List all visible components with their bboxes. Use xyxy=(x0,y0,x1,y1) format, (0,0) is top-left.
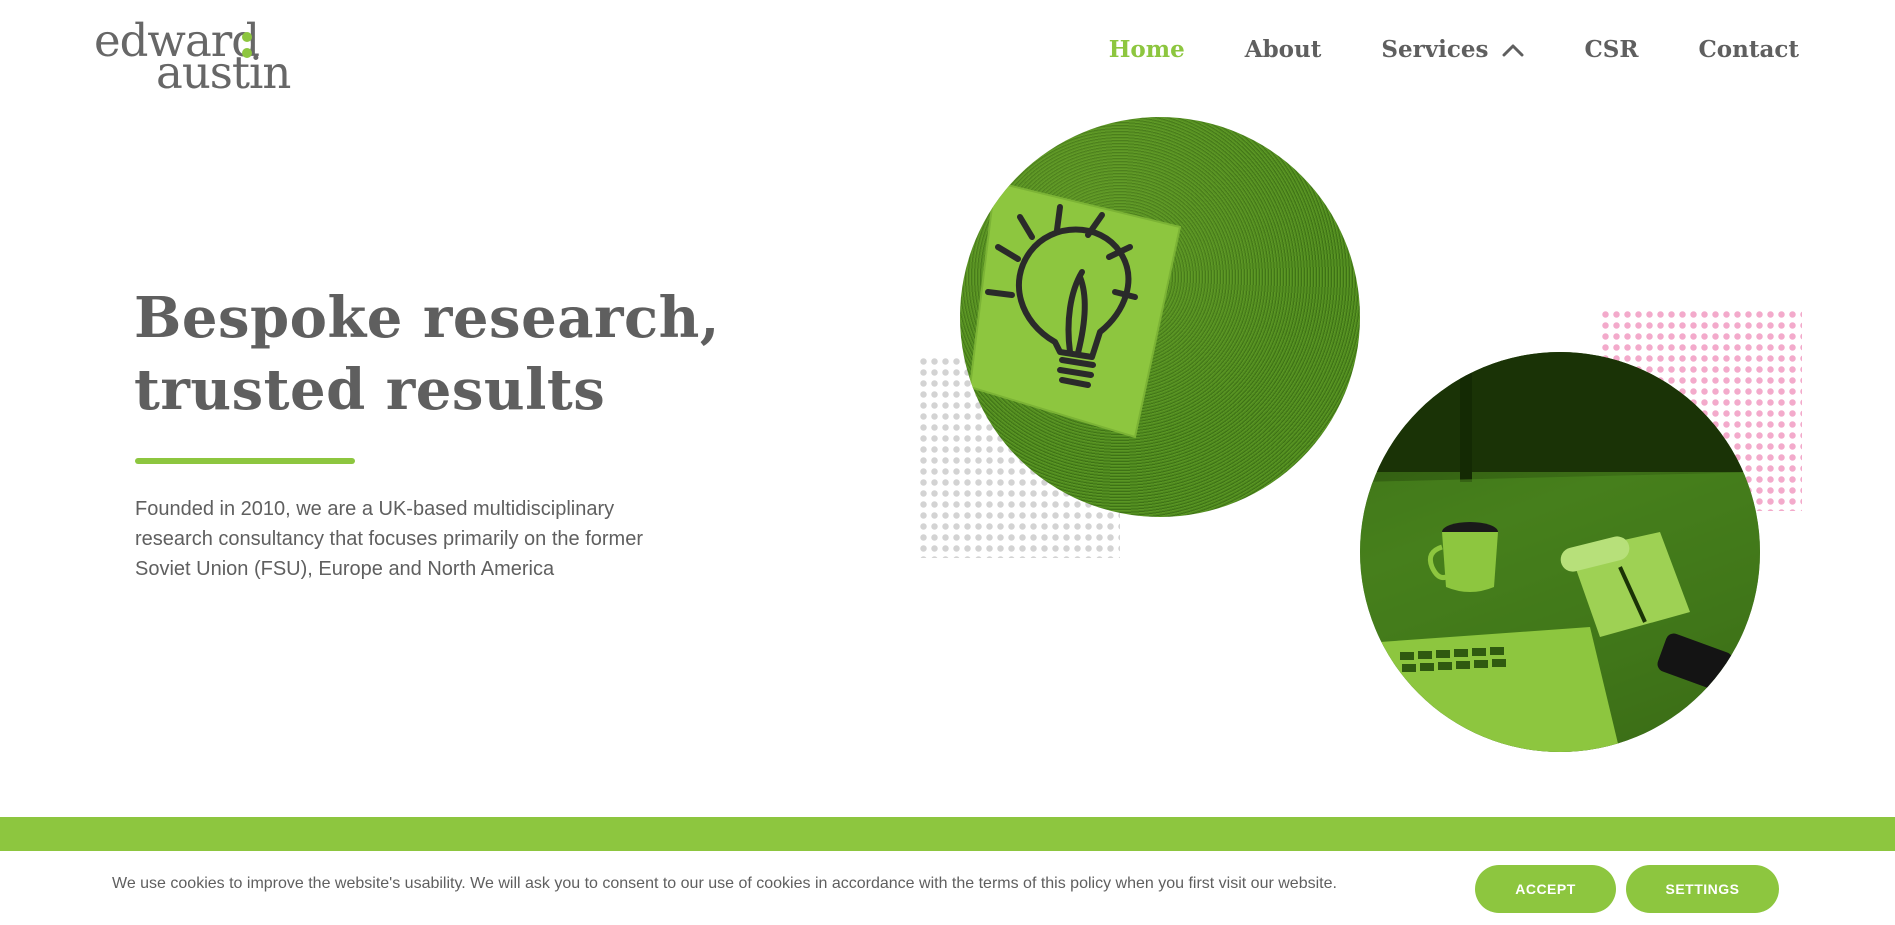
nav-item-label: Contact xyxy=(1698,36,1799,63)
nav-item-csr[interactable]: CSR xyxy=(1584,36,1638,63)
nav-item-contact[interactable]: Contact xyxy=(1698,36,1799,63)
nav-item-label: About xyxy=(1244,36,1322,63)
nav-item-label: Home xyxy=(1108,36,1185,63)
nav-item-label: Services xyxy=(1381,36,1489,63)
nav-item-home[interactable]: Home xyxy=(1109,36,1185,63)
hero-description: Founded in 2010, we are a UK-based multi… xyxy=(135,498,643,580)
hero-title-line-1: Bespoke research, xyxy=(134,285,720,351)
lightbulb-icon xyxy=(968,180,1182,439)
site-logo[interactable]: edward austin xyxy=(94,18,294,95)
nav-item-services[interactable]: Services xyxy=(1381,36,1524,63)
logo-line-2: austin xyxy=(156,46,291,99)
cookie-notice-text: We use cookies to improve the website's … xyxy=(112,875,1337,892)
cookie-settings-button[interactable]: SETTINGS xyxy=(1626,865,1779,913)
hero-title-line-2: trusted results xyxy=(134,357,606,423)
nav-item-label: CSR xyxy=(1584,36,1639,63)
logo-dot xyxy=(242,48,252,58)
main-nav: Home About Services CSR Contact xyxy=(1049,36,1799,63)
accept-cookies-button[interactable]: ACCEPT xyxy=(1475,865,1616,913)
chevron-up-icon[interactable] xyxy=(1502,43,1524,57)
cookie-consent-bar: We use cookies to improve the website's … xyxy=(0,851,1895,925)
title-underline xyxy=(135,458,355,464)
nav-item-about[interactable]: About xyxy=(1245,36,1322,63)
desk-illustration xyxy=(1360,352,1760,752)
logo-dot xyxy=(242,32,252,42)
green-band xyxy=(0,817,1895,853)
lightbulb-note-image xyxy=(960,117,1360,517)
hero-title: Bespoke research, trusted results xyxy=(134,282,774,426)
desk-workspace-image xyxy=(1360,352,1760,752)
